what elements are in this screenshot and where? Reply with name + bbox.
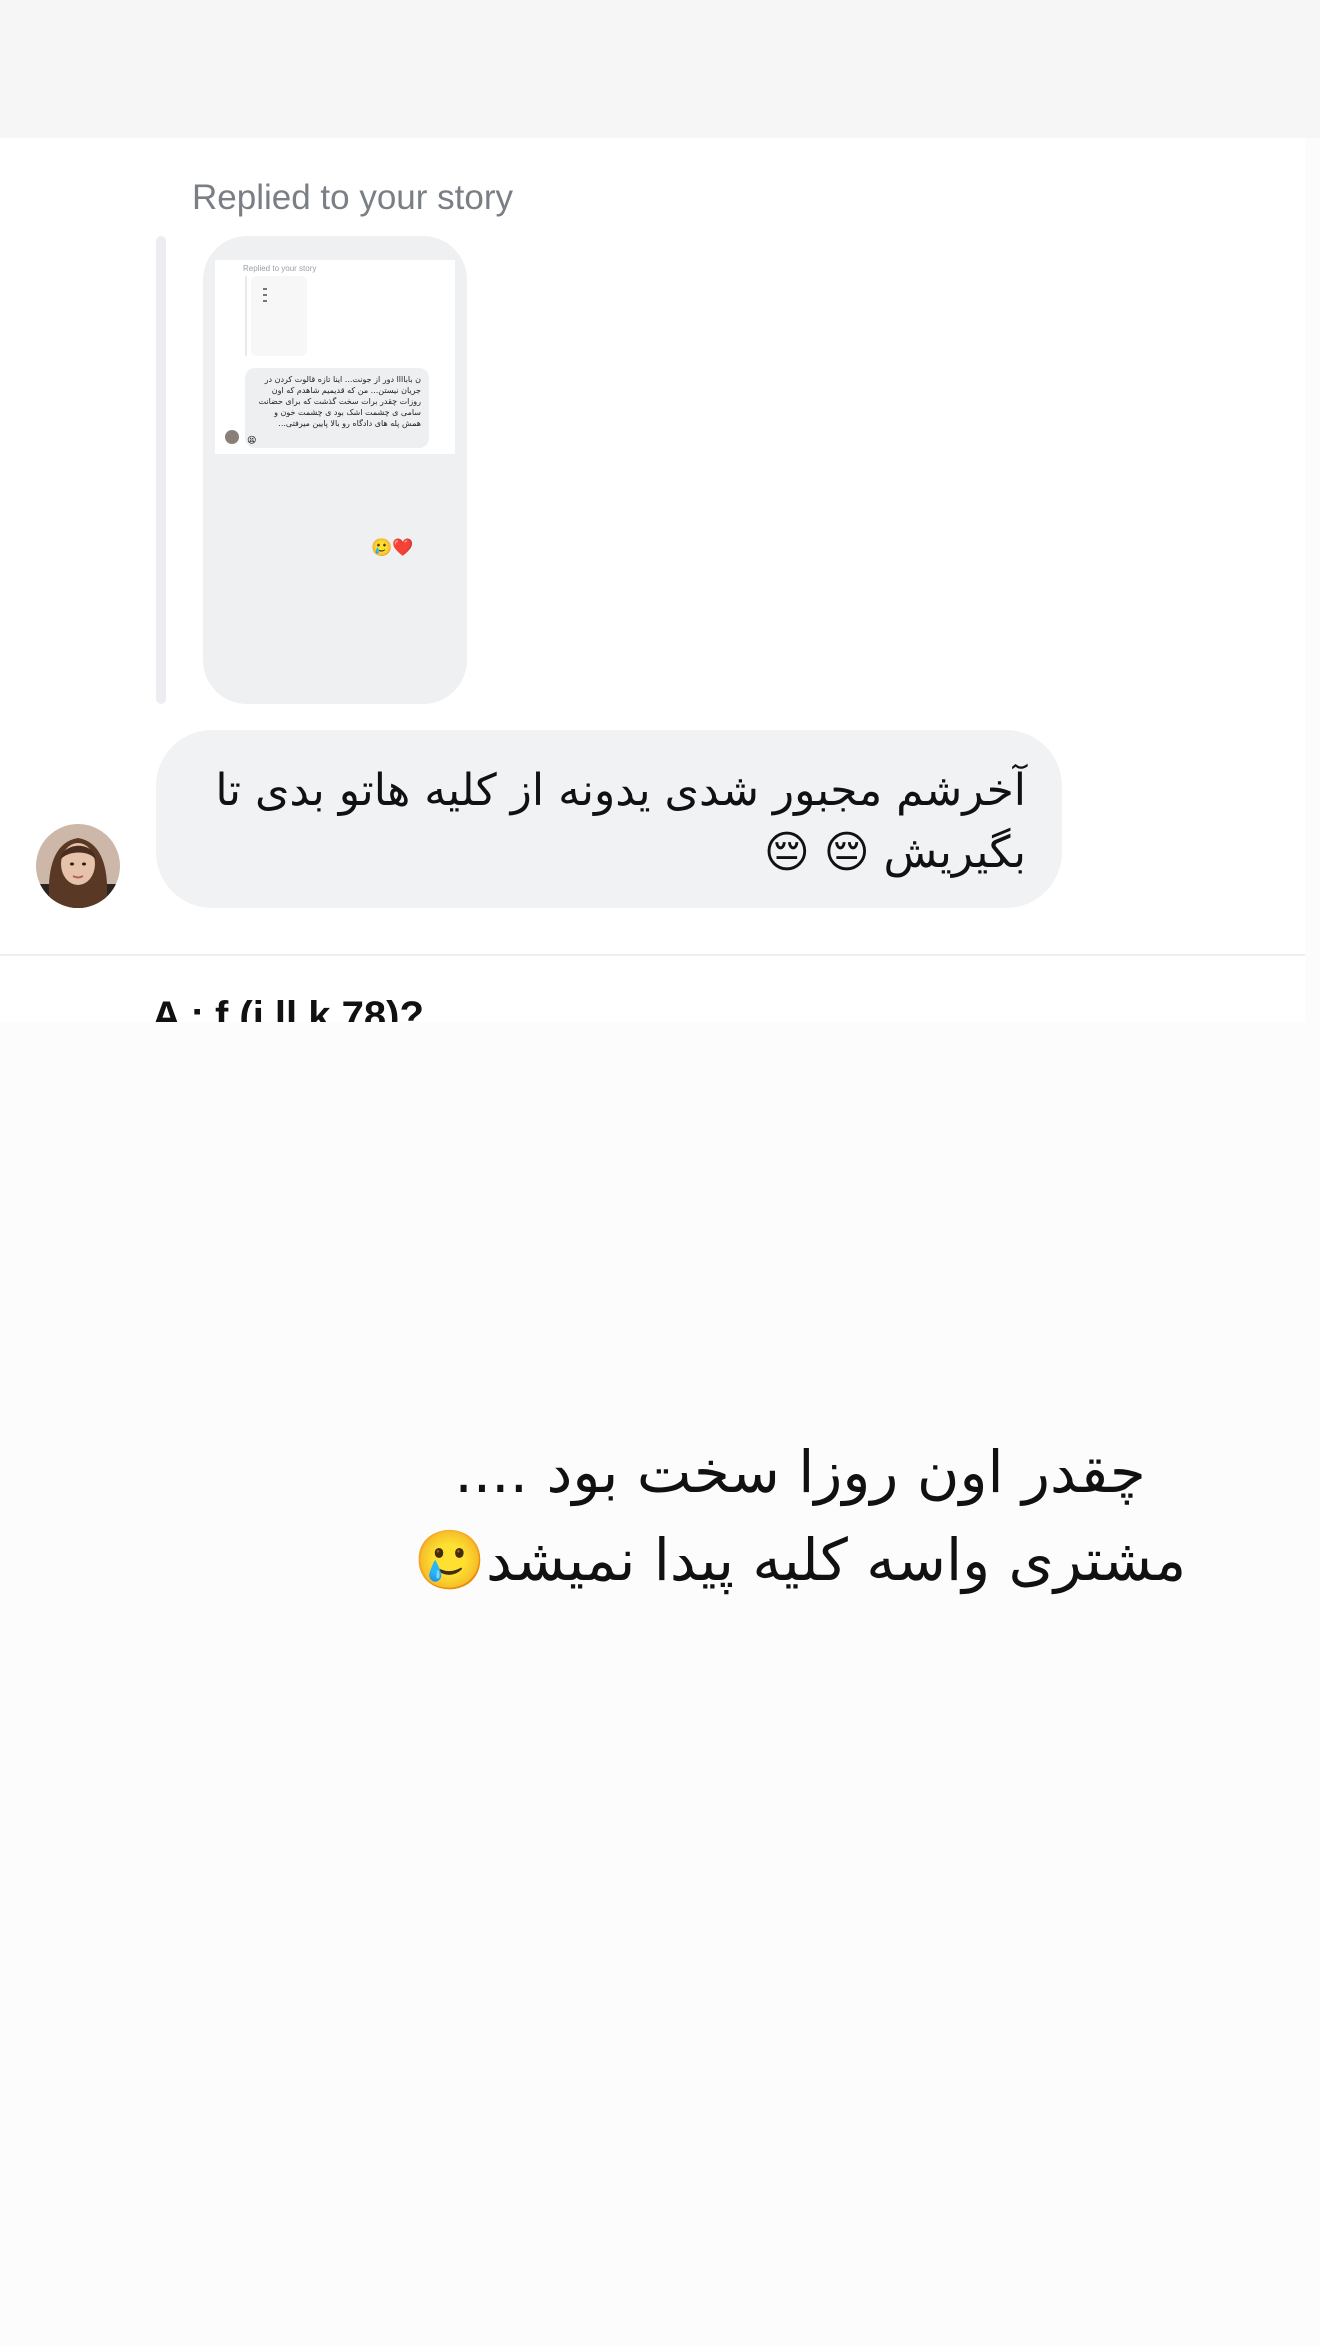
story-thumbnail[interactable]: Replied to your story ن باباااا دور از ج… <box>203 236 467 704</box>
caption-line-2: مشتری واسه کلیه پیدا نمیشد🥲 <box>413 1526 1187 1594</box>
message-bubble[interactable]: آخرشم مجبور شدی یدونه از کلیه هاتو بدی ت… <box>156 730 1062 908</box>
story-reaction-emoji: 🥲❤️ <box>371 538 414 558</box>
reply-indicator-bar <box>156 236 166 704</box>
sender-avatar[interactable] <box>36 824 120 908</box>
story-screenshot-label: Replied to your story <box>243 264 317 273</box>
top-bar <box>0 0 1320 138</box>
story-screenshot-reply-bar <box>245 276 247 356</box>
story-caption: چقدر اون روزا سخت بود .... مشتری واسه کل… <box>380 1428 1220 1604</box>
dm-message-card: Replied to your story Replied to your st… <box>0 138 1305 1022</box>
caption-line-1: چقدر اون روزا سخت بود .... <box>454 1438 1146 1506</box>
message-divider <box>0 954 1305 956</box>
story-screenshot-avatar <box>225 430 239 444</box>
next-message-preview: A : f (i ll k 78)? <box>152 994 424 1022</box>
story-screenshot-dots <box>255 284 285 314</box>
story-screenshot-emoji: 😫 <box>247 436 257 446</box>
avatar-photo <box>36 824 120 908</box>
replied-to-story-label: Replied to your story <box>192 178 513 217</box>
story-screenshot-message: ن باباااا دور از جونت... اینا تازه قالوت… <box>245 368 429 448</box>
story-screenshot: Replied to your story ن باباااا دور از ج… <box>215 260 455 454</box>
